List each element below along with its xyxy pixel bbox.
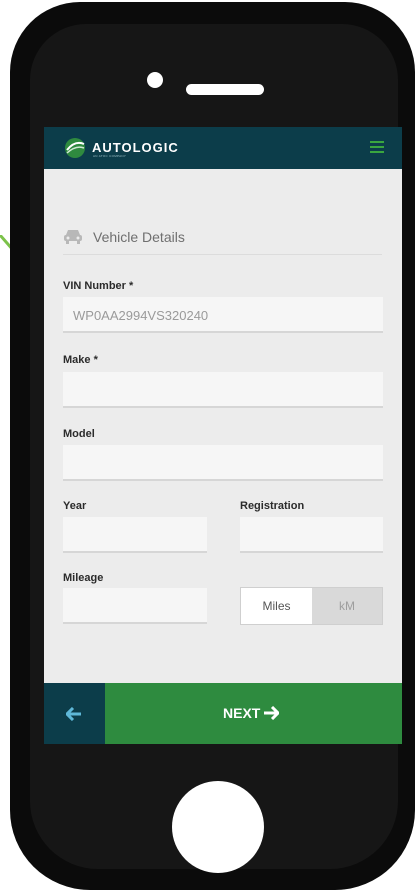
year-input[interactable] — [63, 517, 207, 553]
unit-miles-button[interactable]: Miles — [241, 588, 312, 624]
section-title: Vehicle Details — [93, 229, 185, 245]
make-input[interactable] — [63, 372, 383, 408]
arrow-right-icon — [264, 706, 279, 720]
home-button[interactable] — [172, 781, 264, 873]
top-bar: AUTOLOGIC AN ATOC COMPANY — [44, 127, 402, 169]
mileage-input[interactable] — [63, 588, 207, 624]
section-header: Vehicle Details — [63, 226, 382, 255]
brand-name: AUTOLOGIC — [92, 140, 179, 155]
unit-km-button[interactable]: kM — [312, 588, 382, 624]
car-icon — [64, 230, 82, 244]
unit-toggle: Miles kM — [240, 587, 383, 625]
arrow-left-icon — [66, 707, 81, 721]
make-label: Make * — [63, 354, 98, 366]
back-button[interactable] — [44, 683, 105, 744]
registration-input[interactable] — [240, 517, 383, 553]
next-button[interactable]: NEXT — [105, 683, 402, 744]
logo-icon — [65, 138, 85, 158]
vin-input[interactable]: WP0AA2994VS320240 — [63, 297, 383, 333]
mileage-label: Mileage — [63, 572, 104, 584]
speaker-icon — [186, 84, 264, 95]
brand-tagline: AN ATOC COMPANY — [93, 154, 127, 158]
year-label: Year — [63, 500, 87, 512]
next-label: NEXT — [223, 705, 261, 721]
hamburger-menu-icon[interactable] — [370, 141, 384, 154]
vin-label: VIN Number * — [63, 280, 134, 292]
app-screen: AUTOLOGIC AN ATOC COMPANY Vehicle Detail… — [44, 127, 402, 744]
model-input[interactable] — [63, 445, 383, 481]
model-label: Model — [63, 428, 95, 440]
camera-icon — [147, 72, 163, 88]
registration-label: Registration — [240, 500, 305, 512]
